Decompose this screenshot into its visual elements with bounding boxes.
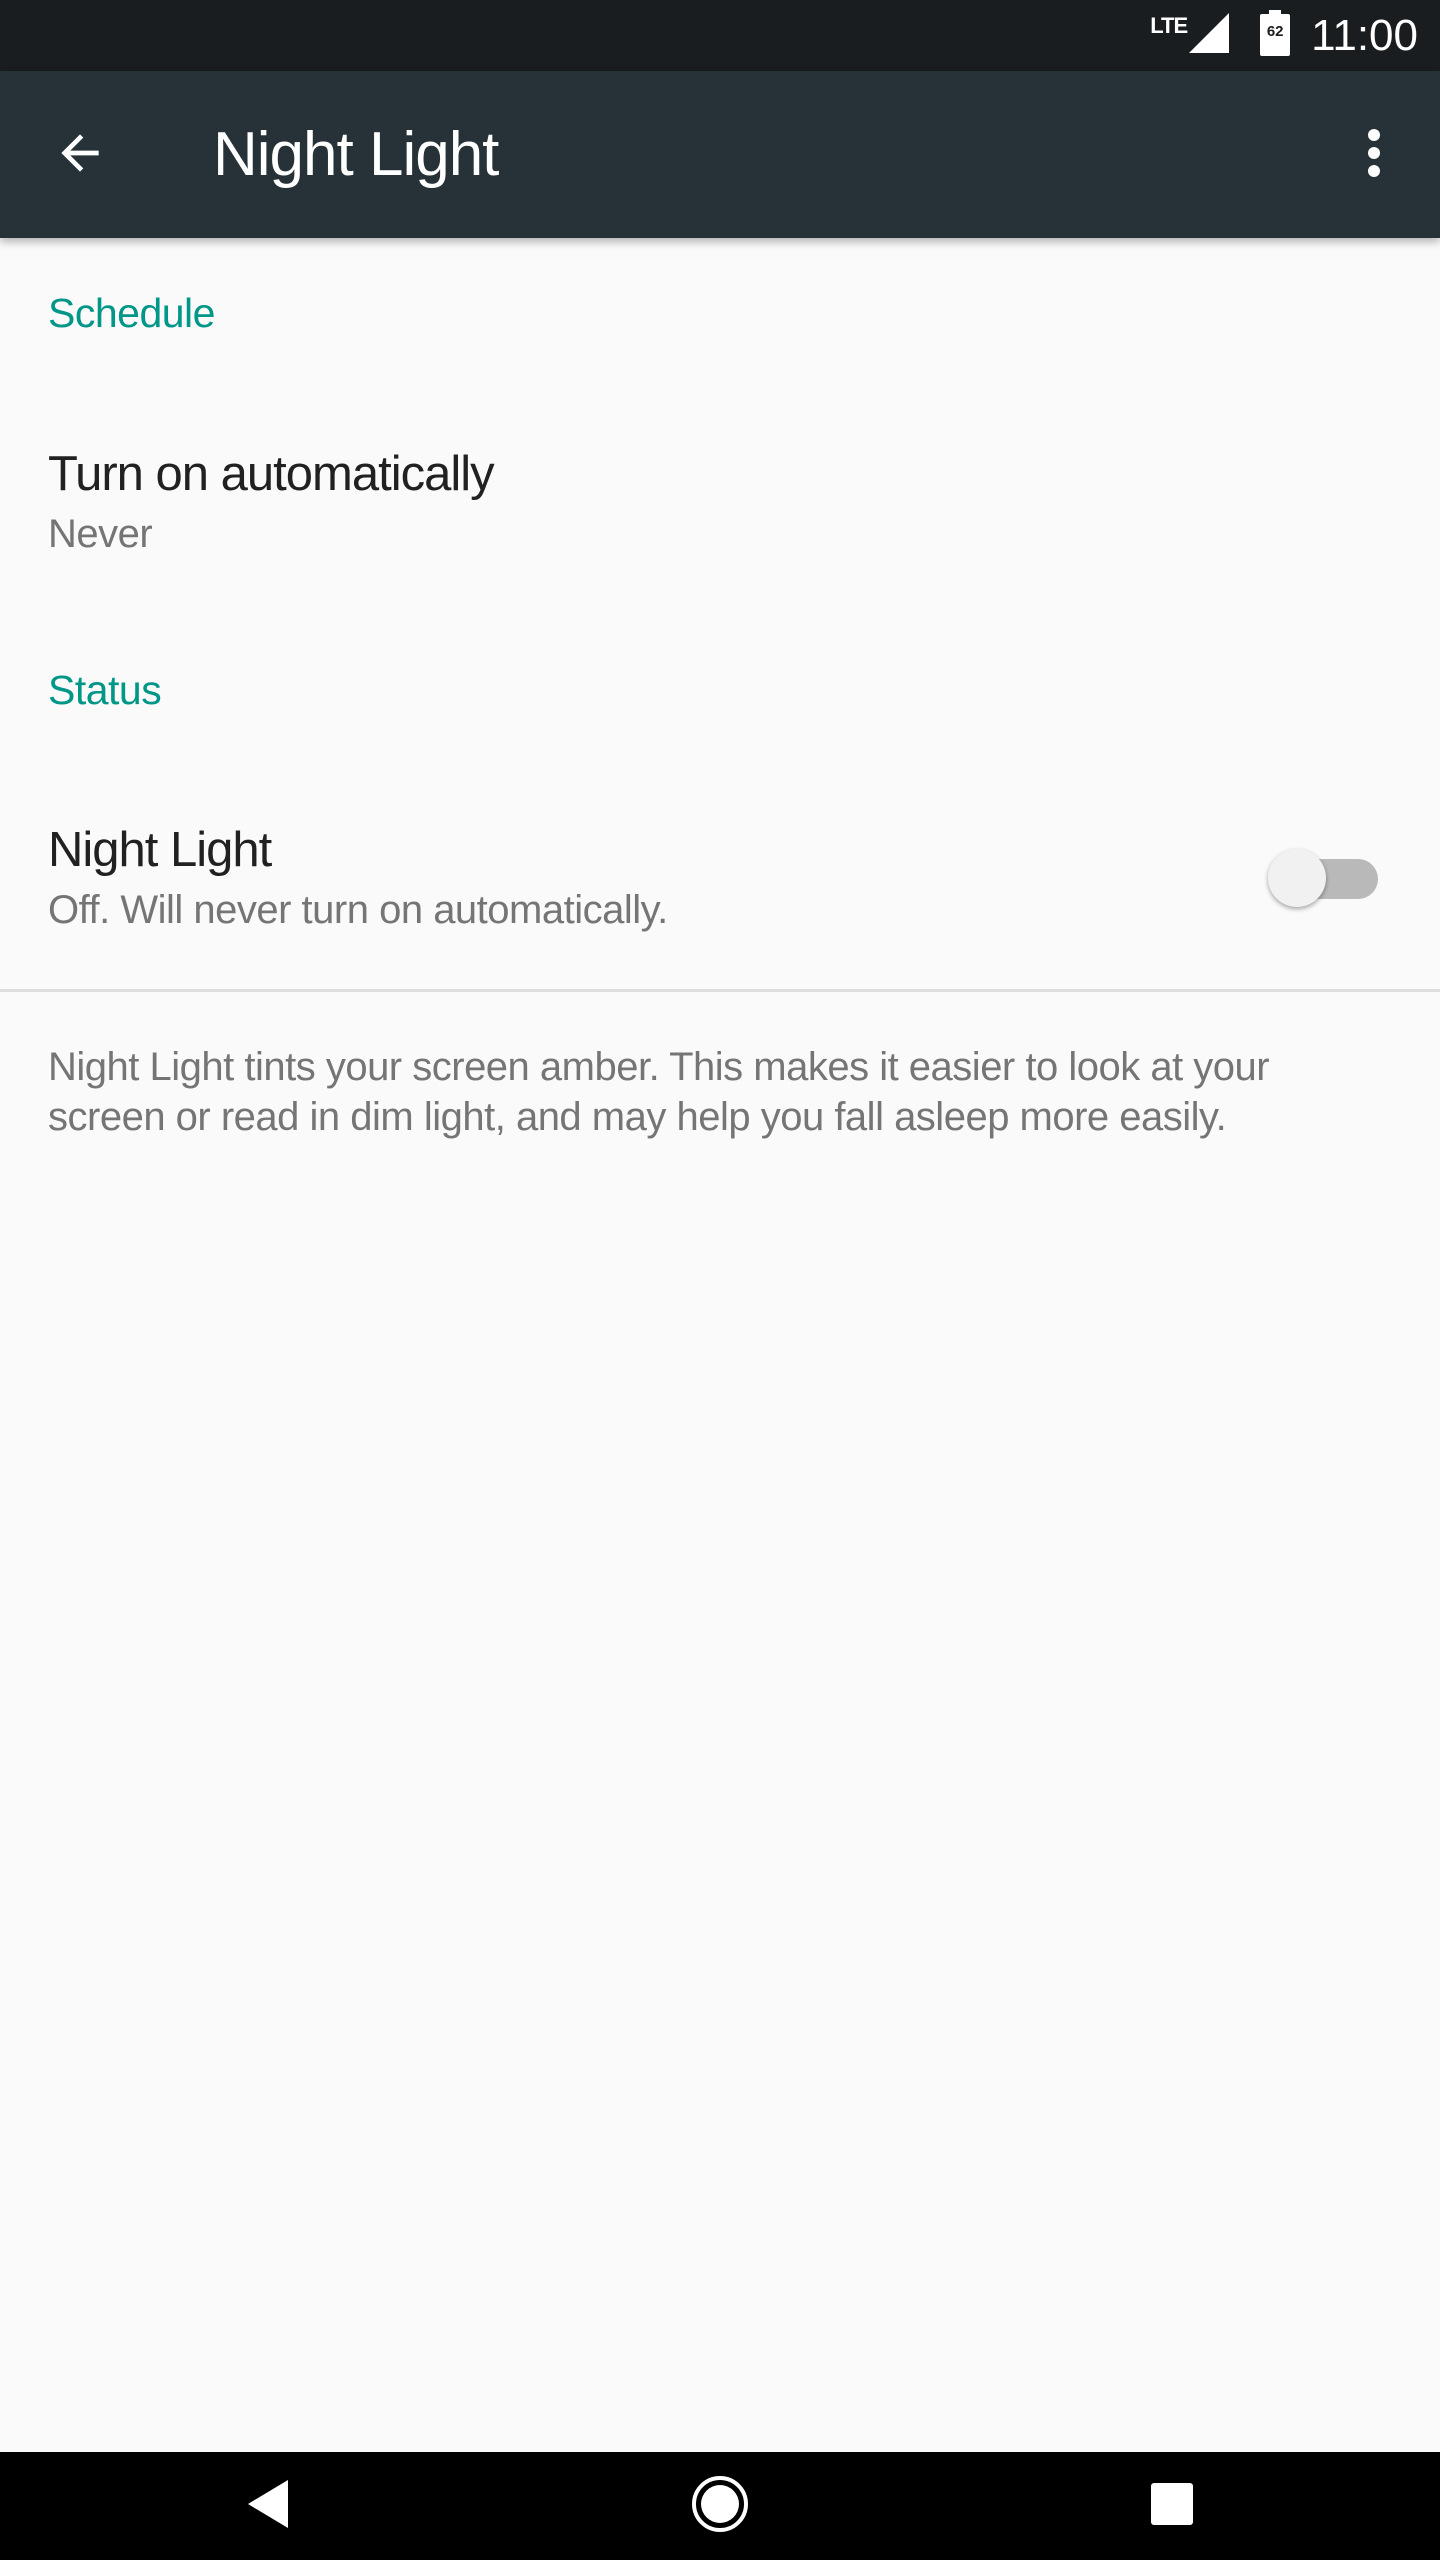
schedule-section-header: Schedule [48,290,215,336]
turn-on-automatically-preference[interactable]: Turn on automatically Never [0,420,1440,600]
back-button[interactable] [36,111,124,199]
status-icons: LTE 62 11:00 [1150,0,1418,71]
navigation-bar [0,2452,1440,2560]
turn-on-automatically-title: Turn on automatically [48,447,495,501]
switch-thumb [1268,849,1326,907]
more-options-button[interactable] [1342,111,1406,199]
recents-square-icon [1149,2481,1195,2532]
nav-home-button[interactable] [660,2462,780,2550]
status-section-header: Status [48,667,162,713]
night-light-title: Night Light [48,823,272,877]
night-light-switch[interactable] [1268,845,1384,911]
nav-recents-button[interactable] [1112,2462,1232,2550]
battery-icon: 62 [1259,9,1291,62]
night-light-description: Night Light tints your screen amber. Thi… [48,1045,1270,1139]
status-bar: LTE 62 11:00 [0,0,1440,71]
turn-on-automatically-summary: Never [48,512,153,556]
signal-icon [1187,11,1231,60]
night-light-summary: Off. Will never turn on automatically. [48,888,668,932]
app-bar: Night Light [0,71,1440,238]
battery-level: 62 [1266,23,1284,40]
clock: 11:00 [1311,10,1418,60]
night-light-preference[interactable]: Night Light Off. Will never turn on auto… [0,796,1440,976]
lte-label: LTE [1150,12,1188,38]
back-arrow-icon [52,125,108,186]
page-title: Night Light [213,120,499,189]
more-vert-icon [1366,127,1382,184]
divider [0,989,1440,992]
back-triangle-icon [244,2478,292,2535]
home-circle-icon [690,2474,750,2539]
nav-back-button[interactable] [208,2462,328,2550]
